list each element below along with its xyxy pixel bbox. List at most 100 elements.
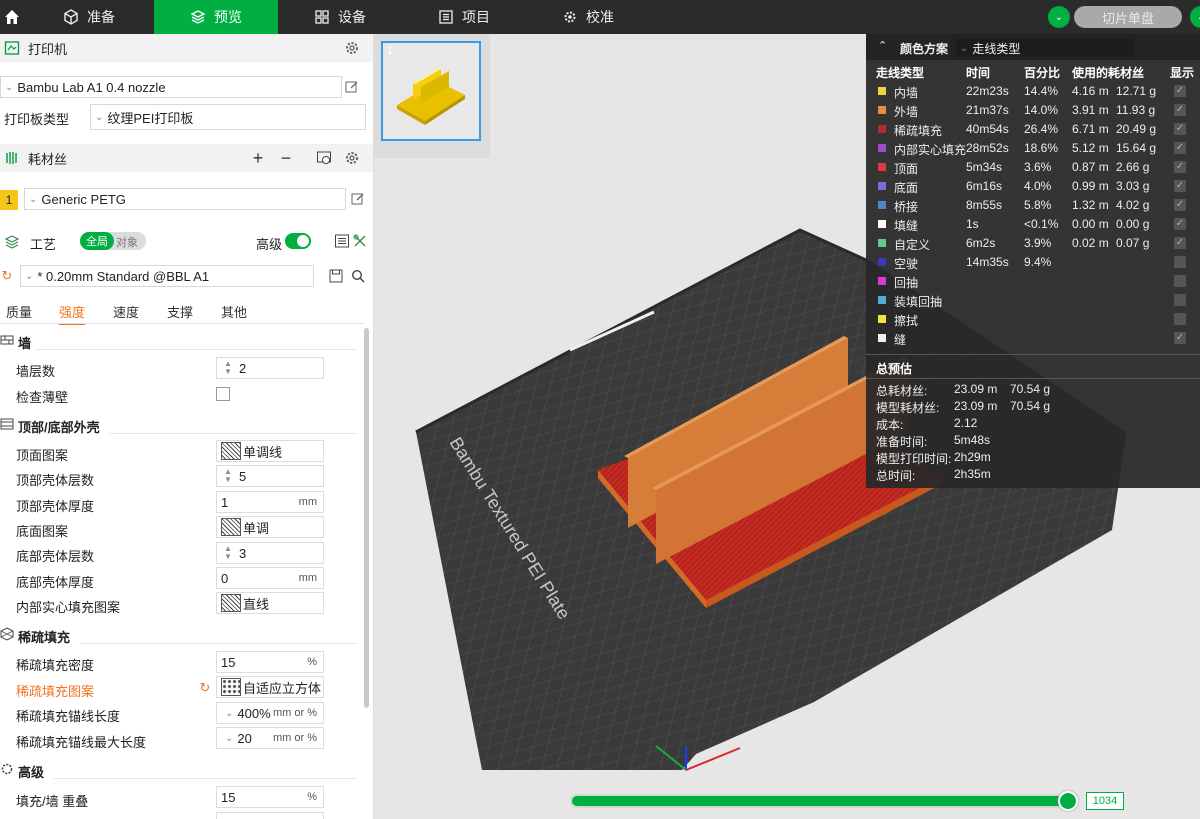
- show-checkbox[interactable]: ✓: [1174, 199, 1186, 211]
- bottom-layers-label: 底部壳体层数: [16, 549, 95, 564]
- show-checkbox[interactable]: ✓: [1174, 142, 1186, 154]
- show-checkbox[interactable]: ✓: [1174, 180, 1186, 192]
- printer-model-select[interactable]: ⌄ Bambu Lab A1 0.4 nozzle: [0, 76, 342, 98]
- plate-type-select[interactable]: ⌄ 纹理PEI打印板: [90, 104, 366, 130]
- legend-row-time: 8m55s: [966, 198, 1003, 212]
- subtab-support[interactable]: 支撑: [167, 302, 193, 321]
- top-thickness-input[interactable]: 1 mm: [216, 491, 324, 513]
- advanced-icon: [0, 762, 14, 776]
- home-button[interactable]: [0, 0, 24, 34]
- estimate-value: 2.12: [954, 416, 978, 430]
- legend-row-weight: 15.64 g: [1116, 141, 1157, 155]
- layer-slider-value[interactable]: 1034: [1086, 792, 1124, 810]
- bottom-thickness-input[interactable]: 0 mm: [216, 567, 324, 589]
- show-checkbox[interactable]: ✓: [1174, 85, 1186, 97]
- add-filament-button[interactable]: +: [250, 148, 266, 168]
- layer-slider-track[interactable]: [570, 794, 1070, 808]
- show-checkbox[interactable]: ✓: [1174, 123, 1186, 135]
- chevron-down-icon[interactable]: ⌄: [225, 733, 233, 744]
- device-icon: [315, 10, 329, 24]
- toggle-global[interactable]: 全局: [80, 232, 114, 250]
- stepper-icon[interactable]: ▲ ▼: [221, 545, 235, 561]
- toggle-object[interactable]: 对象: [116, 234, 138, 250]
- settings-scrollbar[interactable]: [364, 328, 369, 708]
- plate-type-value: 纹理PEI打印板: [107, 110, 194, 126]
- filament-settings-button[interactable]: [344, 150, 360, 166]
- show-checkbox[interactable]: ✓: [1174, 332, 1186, 344]
- infill-density-label: 稀疏填充密度: [16, 658, 95, 673]
- tab-project[interactable]: 项目: [402, 0, 526, 34]
- compare-button[interactable]: [334, 233, 350, 249]
- process-profile-select[interactable]: ⌄ * 0.20mm Standard @BBL A1: [20, 265, 314, 287]
- show-checkbox[interactable]: ✓: [1174, 161, 1186, 173]
- slice-plate-button[interactable]: 切片单盘: [1074, 6, 1182, 28]
- edit-icon: [345, 81, 358, 93]
- remove-filament-button[interactable]: −: [278, 148, 294, 168]
- legend-row-time: 1s: [966, 217, 979, 231]
- plate-dropdown[interactable]: ⌄: [1048, 6, 1070, 28]
- subtab-others[interactable]: 其他: [221, 302, 247, 321]
- global-object-toggle[interactable]: 全局 对象: [80, 232, 146, 250]
- detect-thin-wall-checkbox[interactable]: [216, 387, 230, 401]
- reset-icon[interactable]: ↻: [0, 268, 14, 284]
- collapse-icon[interactable]: ⌃: [878, 39, 887, 52]
- sync-filament-button[interactable]: [316, 150, 332, 166]
- show-checkbox[interactable]: ✓: [1174, 237, 1186, 249]
- legend-row-percent: 4.0%: [1024, 179, 1052, 193]
- process-tools-button[interactable]: [352, 233, 368, 249]
- legend-row-name: 内墙: [894, 86, 919, 100]
- show-checkbox[interactable]: ✓: [1174, 104, 1186, 116]
- stepper-icon[interactable]: ▲ ▼: [221, 360, 235, 376]
- color-scheme-select[interactable]: ⌄ 走线类型: [956, 39, 1134, 57]
- home-icon: [5, 10, 19, 24]
- infill-density-input[interactable]: 15%: [216, 651, 324, 673]
- filament-edit-button[interactable]: [350, 191, 366, 207]
- anchor-length-input[interactable]: ⌄ 400% mm or %: [216, 702, 324, 724]
- advanced-label: 高级: [256, 237, 283, 252]
- bottom-pattern-select[interactable]: 单调: [216, 516, 324, 538]
- tab-label: 项目: [462, 9, 490, 25]
- internal-solid-pattern-select[interactable]: 直线: [216, 592, 324, 614]
- tab-calibration[interactable]: 校准: [526, 0, 650, 34]
- wall-loops-input[interactable]: ▲ ▼ 2: [216, 357, 324, 379]
- search-button[interactable]: [350, 268, 366, 284]
- export-dropdown[interactable]: ⌄: [1190, 6, 1200, 28]
- printer-settings-button[interactable]: [344, 40, 360, 56]
- anchor-max-input[interactable]: ⌄ 20 mm or %: [216, 727, 324, 749]
- save-profile-button[interactable]: [328, 268, 344, 284]
- tab-device[interactable]: 设备: [278, 0, 402, 34]
- infill-pattern-select[interactable]: 自适应立方体: [216, 676, 324, 698]
- filament-slot-badge[interactable]: 1: [0, 190, 18, 210]
- tab-preview[interactable]: 预览: [154, 0, 278, 34]
- subtab-quality[interactable]: 质量: [6, 302, 32, 321]
- legend-row-percent: 18.6%: [1024, 141, 1059, 155]
- reset-icon[interactable]: ↻: [198, 680, 212, 695]
- top-layers-input[interactable]: ▲ ▼ 5: [216, 465, 324, 487]
- legend-header: ⌃ 颜色方案 ⌄ 走线类型: [866, 34, 1200, 60]
- estimate-value: 2h35m: [954, 467, 991, 481]
- show-checkbox[interactable]: [1174, 294, 1186, 306]
- tab-prepare[interactable]: 准备: [24, 0, 154, 34]
- infill-wall-overlap-input[interactable]: 15%: [216, 786, 324, 808]
- legend-row-name: 填缝: [894, 219, 919, 233]
- legend-row-percent: 3.6%: [1024, 160, 1052, 174]
- show-checkbox[interactable]: [1174, 275, 1186, 287]
- col-time: 时间: [966, 66, 991, 80]
- next-setting-input[interactable]: 15: [216, 812, 324, 819]
- show-checkbox[interactable]: [1174, 313, 1186, 325]
- legend-panel: ⌃ 颜色方案 ⌄ 走线类型 走线类型 时间 百分比 使用的耗材丝 显示 内墙 22…: [866, 34, 1200, 488]
- chevron-down-icon[interactable]: ⌄: [225, 708, 233, 719]
- advanced-switch[interactable]: [285, 233, 311, 249]
- bottom-layers-input[interactable]: ▲ ▼ 3: [216, 542, 324, 564]
- printer-edit-button[interactable]: [344, 79, 360, 95]
- subtab-strength[interactable]: 强度: [59, 302, 86, 325]
- show-checkbox[interactable]: ✓: [1174, 218, 1186, 230]
- stepper-icon[interactable]: ▲ ▼: [221, 468, 235, 484]
- top-pattern-select[interactable]: 单调线: [216, 440, 324, 462]
- show-checkbox[interactable]: [1174, 256, 1186, 268]
- filament-select[interactable]: ⌄ Generic PETG: [24, 188, 346, 210]
- legend-row: 内墙 22m23s 14.4% 4.16 m 12.71 g ✓: [866, 82, 1200, 101]
- layer-slider-handle[interactable]: [1058, 791, 1078, 811]
- unit-label: mm or %: [273, 732, 317, 744]
- subtab-speed[interactable]: 速度: [113, 302, 139, 321]
